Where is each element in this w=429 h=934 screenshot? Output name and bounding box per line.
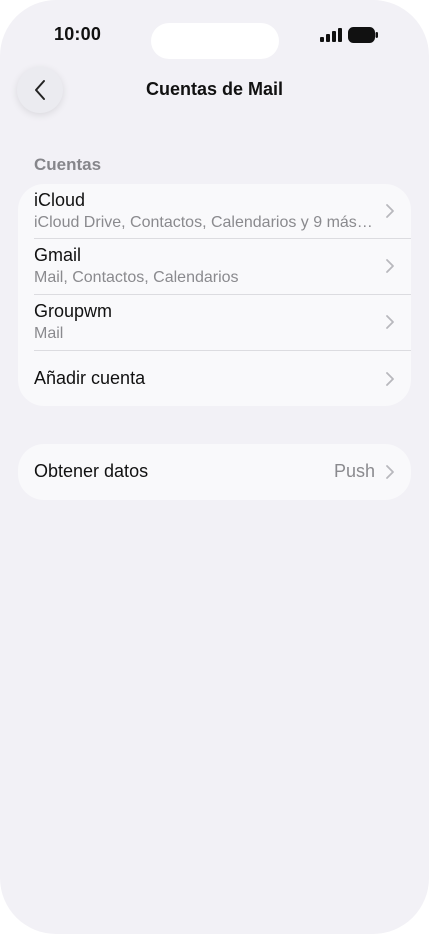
fetch-data-value: Push (333, 461, 375, 481)
dynamic-island (151, 23, 279, 59)
account-row-icloud[interactable]: iCloud iCloud Drive, Contactos, Calendar… (18, 184, 411, 238)
account-row-gmail[interactable]: Gmail Mail, Contactos, Calendarios (18, 239, 411, 294)
account-title: Groupwm (34, 301, 113, 321)
page-title: Cuentas de Mail (145, 79, 284, 99)
account-title: iCloud (34, 190, 86, 210)
chevron-right-icon (386, 204, 394, 218)
status-time: 10:00 (54, 24, 102, 44)
phone-screen: 10:00 Cuentas de Mail Cuentas iCloud iCl… (0, 0, 429, 934)
account-title: Gmail (34, 245, 82, 265)
account-row-groupwm[interactable]: Groupwm Mail (18, 295, 411, 350)
fetch-data-label: Obtener datos (34, 461, 149, 481)
account-subtitle: iCloud Drive, Contactos, Calendarios y 9… (34, 214, 373, 231)
chevron-right-icon (386, 372, 394, 386)
cellular-signal-icon (320, 28, 342, 42)
chevron-right-icon (386, 465, 394, 479)
battery-icon (348, 27, 378, 43)
fetch-data-row[interactable]: Obtener datos Push (18, 444, 411, 500)
section-header-accounts: Cuentas (34, 155, 102, 174)
accounts-list: iCloud iCloud Drive, Contactos, Calendar… (18, 184, 411, 406)
account-subtitle: Mail (34, 325, 64, 342)
chevron-right-icon (386, 259, 394, 273)
add-account-row[interactable]: Añadir cuenta (18, 351, 411, 406)
account-subtitle: Mail, Contactos, Calendarios (34, 269, 239, 286)
chevron-right-icon (386, 315, 394, 329)
add-account-label: Añadir cuenta (34, 368, 146, 388)
